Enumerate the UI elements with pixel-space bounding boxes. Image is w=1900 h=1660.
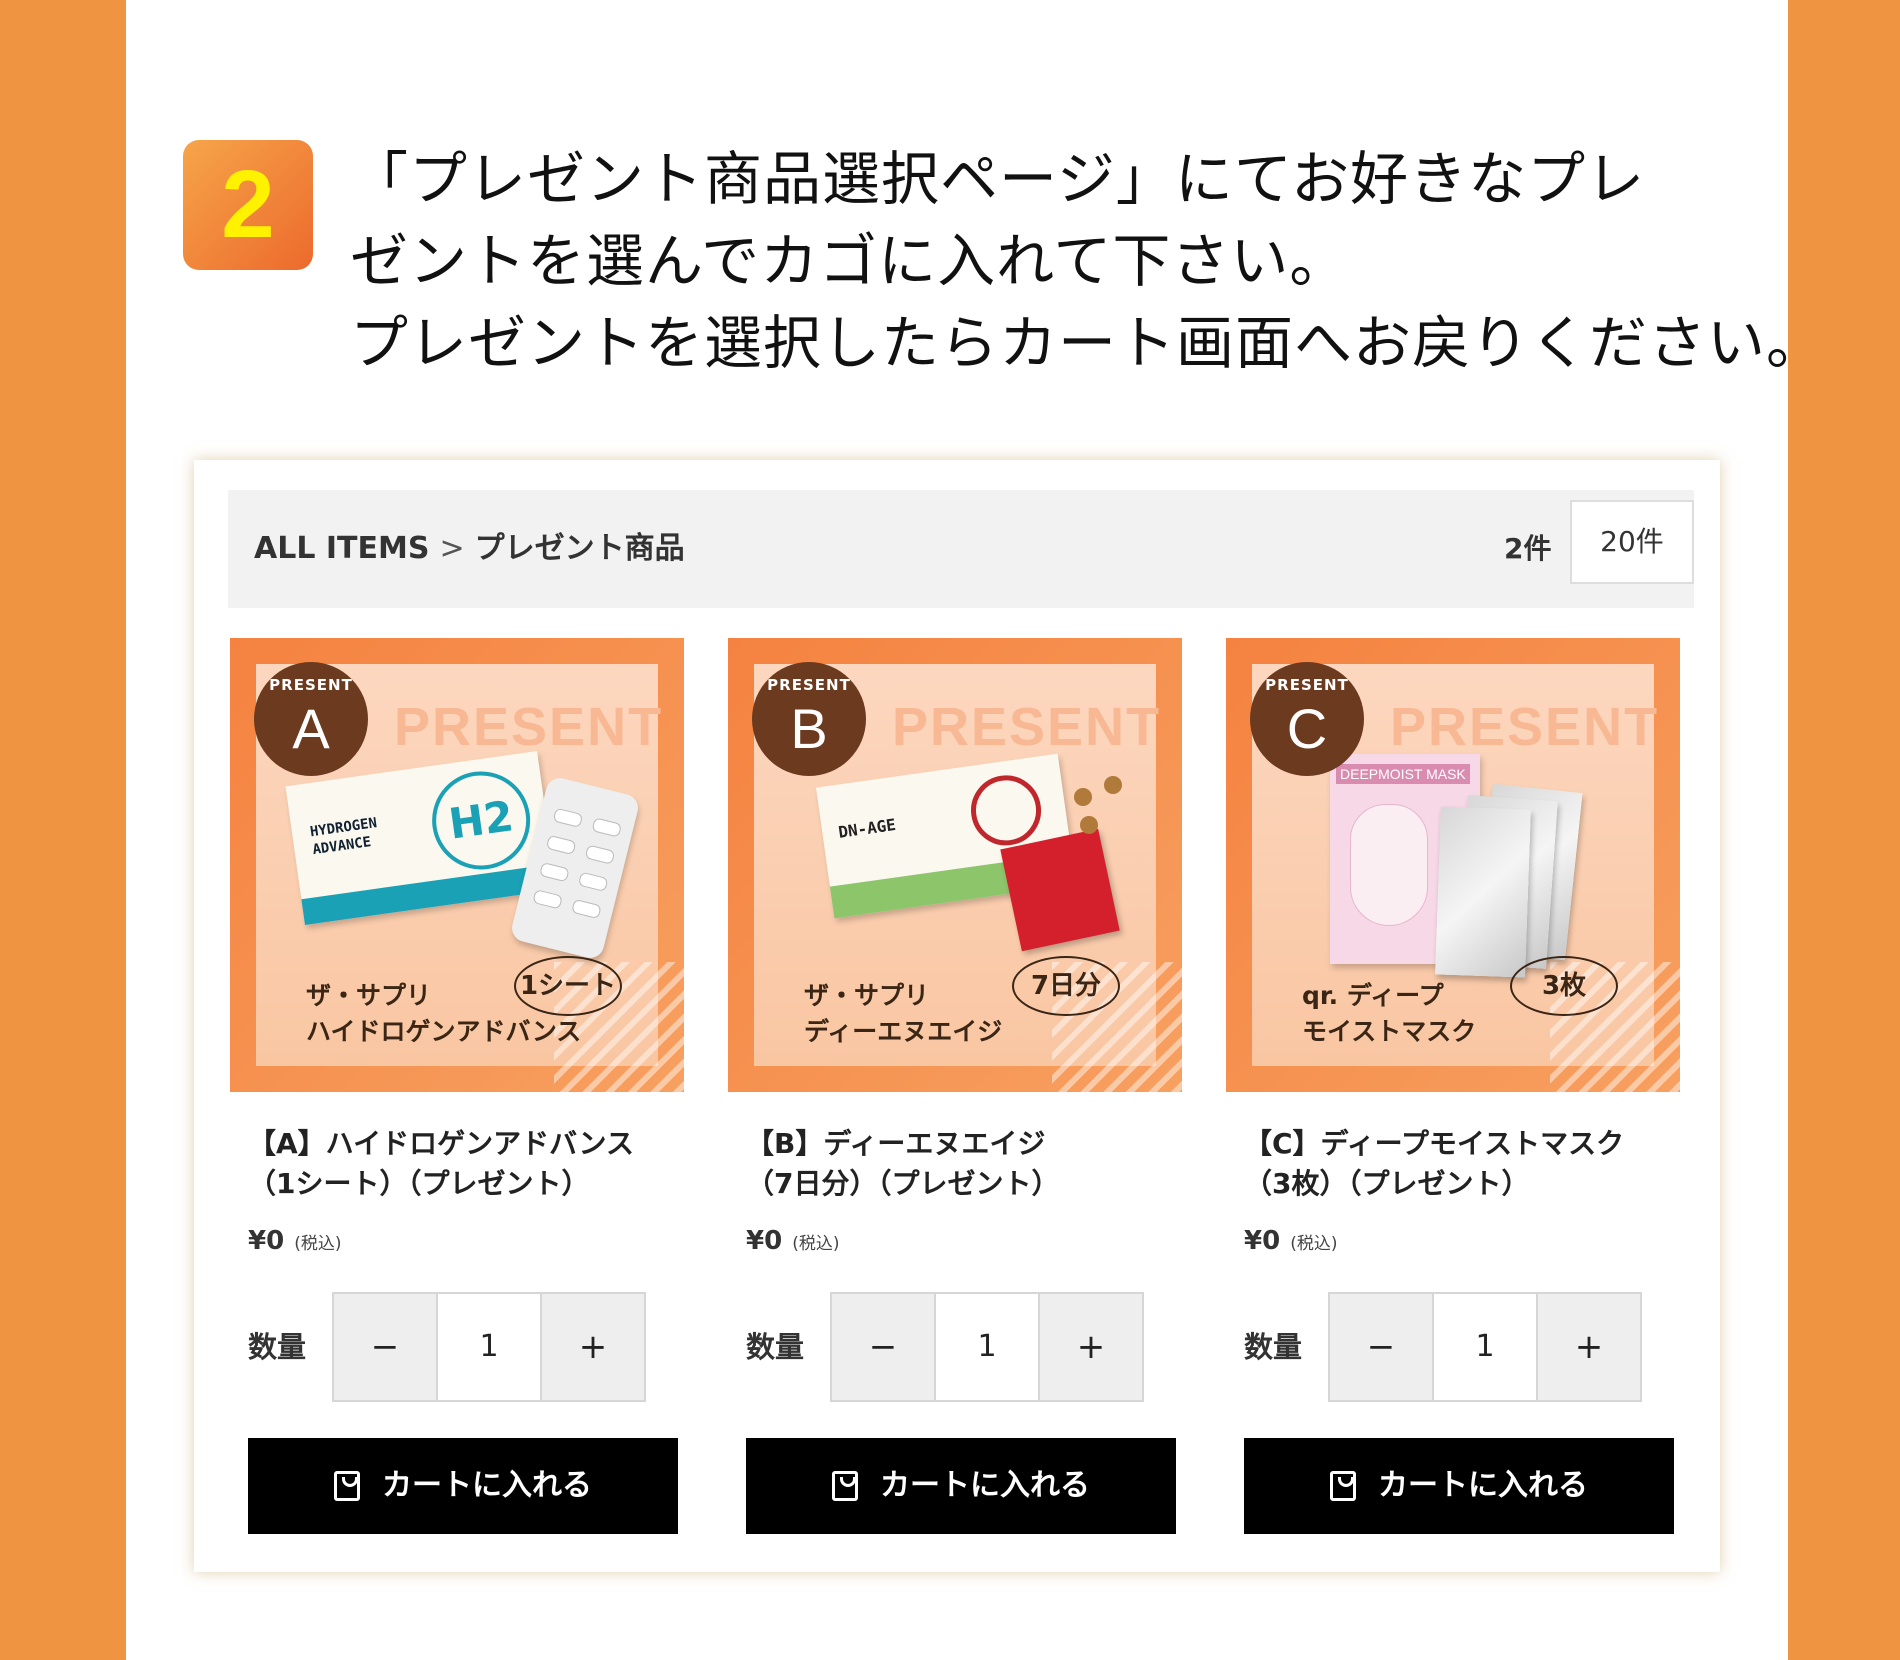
shopping-bag-icon [1330, 1471, 1356, 1501]
present-badge-label: PRESENT [767, 676, 851, 694]
image-name-line: ザ・サプリ [804, 981, 930, 1010]
breadcrumb-separator-icon: > [439, 531, 465, 566]
present-letter-badge: PRESENT A [254, 662, 368, 776]
product-image-b[interactable]: PRESENT DN-AGE PRESENT B ザ・サプリ ディーエヌエイジ [728, 638, 1182, 1092]
product-price: ¥0 (税込) [1244, 1226, 1680, 1256]
quantity-label: 数量 [248, 1330, 307, 1364]
increase-button[interactable]: + [1040, 1294, 1142, 1400]
instruction-text: 「プレゼント商品選択ページ」にてお好きなプレ ゼントを選んでカゴに入れて下さい。… [350, 138, 1826, 384]
product-card-b: PRESENT DN-AGE PRESENT B ザ・サプリ ディーエヌエイジ [728, 638, 1182, 1534]
image-name-line: ハイドロゲンアドバンス [306, 1017, 582, 1046]
supplement-grain [1104, 776, 1122, 794]
product-card-a: PRESENT HYDROGEN ADVANCE H2 PRESENT A ザ・… [230, 638, 684, 1534]
image-product-name: ザ・サプリ ディーエヌエイジ [804, 978, 1002, 1050]
present-letter: C [1286, 697, 1328, 760]
quantity-input[interactable]: 1 [436, 1294, 542, 1400]
tax-note: (税込) [792, 1234, 840, 1254]
face-mask-illustration [1350, 804, 1428, 926]
title-line: （7日分）（プレゼント） [746, 1167, 1060, 1200]
quantity-label: 数量 [746, 1330, 805, 1364]
supplement-grain [1080, 816, 1098, 834]
mask-sachet [1435, 806, 1531, 978]
tax-note: (税込) [1290, 1234, 1338, 1254]
image-quantity-oval: 7日分 [1012, 956, 1120, 1016]
quantity-stepper: − 1 + [332, 1292, 646, 1402]
add-to-cart-label: カートに入れる [1378, 1468, 1588, 1503]
title-line: 【B】ディーエヌエイジ [746, 1127, 1046, 1160]
result-count: 2件 [1504, 532, 1552, 565]
present-letter-badge: PRESENT B [752, 662, 866, 776]
present-badge-label: PRESENT [1265, 676, 1349, 694]
present-letter-badge: PRESENT C [1250, 662, 1364, 776]
title-line: （1シート）（プレゼント） [248, 1167, 590, 1200]
decrease-button[interactable]: − [334, 1294, 436, 1400]
price-value: ¥0 [1244, 1226, 1281, 1256]
tax-note: (税込) [294, 1234, 342, 1254]
image-name-line: モイストマスク [1302, 1017, 1477, 1046]
image-product-name: qr. ディープ モイストマスク [1302, 978, 1476, 1050]
instruction-line: プレゼントを選択したらカート画面へお戻りください。 [350, 309, 1826, 377]
quantity-row: 数量 − 1 + [1226, 1292, 1680, 1404]
product-title[interactable]: 【C】ディープモイストマスク （3枚）（プレゼント） [1244, 1124, 1680, 1204]
quantity-row: 数量 − 1 + [230, 1292, 684, 1404]
shopping-bag-icon [832, 1471, 858, 1501]
title-line: （3枚）（プレゼント） [1244, 1167, 1530, 1200]
image-quantity-oval: 3枚 [1510, 956, 1618, 1016]
instruction-line: ゼントを選んでカゴに入れて下さい。 [350, 227, 1349, 295]
step-number-badge: 2 [183, 140, 313, 270]
breadcrumb: ALL ITEMS > プレゼント商品 [254, 490, 685, 608]
decrease-button[interactable]: − [832, 1294, 934, 1400]
product-price: ¥0 (税込) [746, 1226, 1182, 1256]
product-price: ¥0 (税込) [248, 1226, 684, 1256]
product-title[interactable]: 【A】ハイドロゲンアドバンス （1シート）（プレゼント） [248, 1124, 684, 1204]
price-value: ¥0 [746, 1226, 783, 1256]
product-card-c: PRESENT DEEPMOIST MASK PRESENT C qr. ディー… [1226, 638, 1680, 1534]
supplement-grain [1074, 788, 1092, 806]
add-to-cart-button[interactable]: カートに入れる [746, 1438, 1176, 1534]
increase-button[interactable]: + [542, 1294, 644, 1400]
per-page-select[interactable]: 20件 [1570, 500, 1694, 584]
quantity-row: 数量 − 1 + [728, 1292, 1182, 1404]
add-to-cart-button[interactable]: カートに入れる [248, 1438, 678, 1534]
present-banner-text: PRESENT [394, 697, 664, 757]
h2-logo-icon: H2 [425, 765, 537, 876]
list-header-bar: ALL ITEMS > プレゼント商品 2件 20件 [228, 490, 1694, 608]
title-line: 【A】ハイドロゲンアドバンス [248, 1127, 634, 1160]
decrease-button[interactable]: − [1330, 1294, 1432, 1400]
price-value: ¥0 [248, 1226, 285, 1256]
image-quantity-oval: 1シート [514, 956, 622, 1016]
instruction-line: 「プレゼント商品選択ページ」にてお好きなプレ [350, 145, 1646, 213]
add-to-cart-label: カートに入れる [382, 1468, 592, 1503]
breadcrumb-current: プレゼント商品 [474, 531, 685, 566]
quantity-label: 数量 [1244, 1330, 1303, 1364]
increase-button[interactable]: + [1538, 1294, 1640, 1400]
image-name-line: qr. ディープ [1302, 981, 1444, 1010]
present-letter: A [292, 697, 330, 760]
store-screenshot: ALL ITEMS > プレゼント商品 2件 20件 PRESENT HYDROGE… [194, 460, 1720, 1572]
dna-helix-icon [966, 770, 1046, 850]
present-banner-text: PRESENT [1390, 697, 1660, 757]
quantity-input[interactable]: 1 [934, 1294, 1040, 1400]
package-text: DEEPMOIST MASK [1336, 764, 1470, 784]
present-badge-label: PRESENT [269, 676, 353, 694]
content-panel: 2 「プレゼント商品選択ページ」にてお好きなプレ ゼントを選んでカゴに入れて下さ… [126, 0, 1826, 1660]
product-image-c[interactable]: PRESENT DEEPMOIST MASK PRESENT C qr. ディー… [1226, 638, 1680, 1092]
add-to-cart-button[interactable]: カートに入れる [1244, 1438, 1674, 1534]
title-line: 【C】ディープモイストマスク [1244, 1127, 1625, 1160]
quantity-stepper: − 1 + [1328, 1292, 1642, 1402]
shopping-bag-icon [334, 1471, 360, 1501]
quantity-input[interactable]: 1 [1432, 1294, 1538, 1400]
add-to-cart-label: カートに入れる [880, 1468, 1090, 1503]
image-name-line: ディーエヌエイジ [804, 1017, 1003, 1046]
present-letter: B [790, 697, 828, 760]
package-text: DN-AGE [837, 814, 898, 842]
present-banner-text: PRESENT [892, 697, 1162, 757]
product-title[interactable]: 【B】ディーエヌエイジ （7日分）（プレゼント） [746, 1124, 1182, 1204]
breadcrumb-all-items[interactable]: ALL ITEMS [254, 531, 429, 566]
dn-age-pouch [1000, 828, 1120, 952]
product-image-a[interactable]: PRESENT HYDROGEN ADVANCE H2 PRESENT A ザ・… [230, 638, 684, 1092]
quantity-stepper: − 1 + [830, 1292, 1144, 1402]
